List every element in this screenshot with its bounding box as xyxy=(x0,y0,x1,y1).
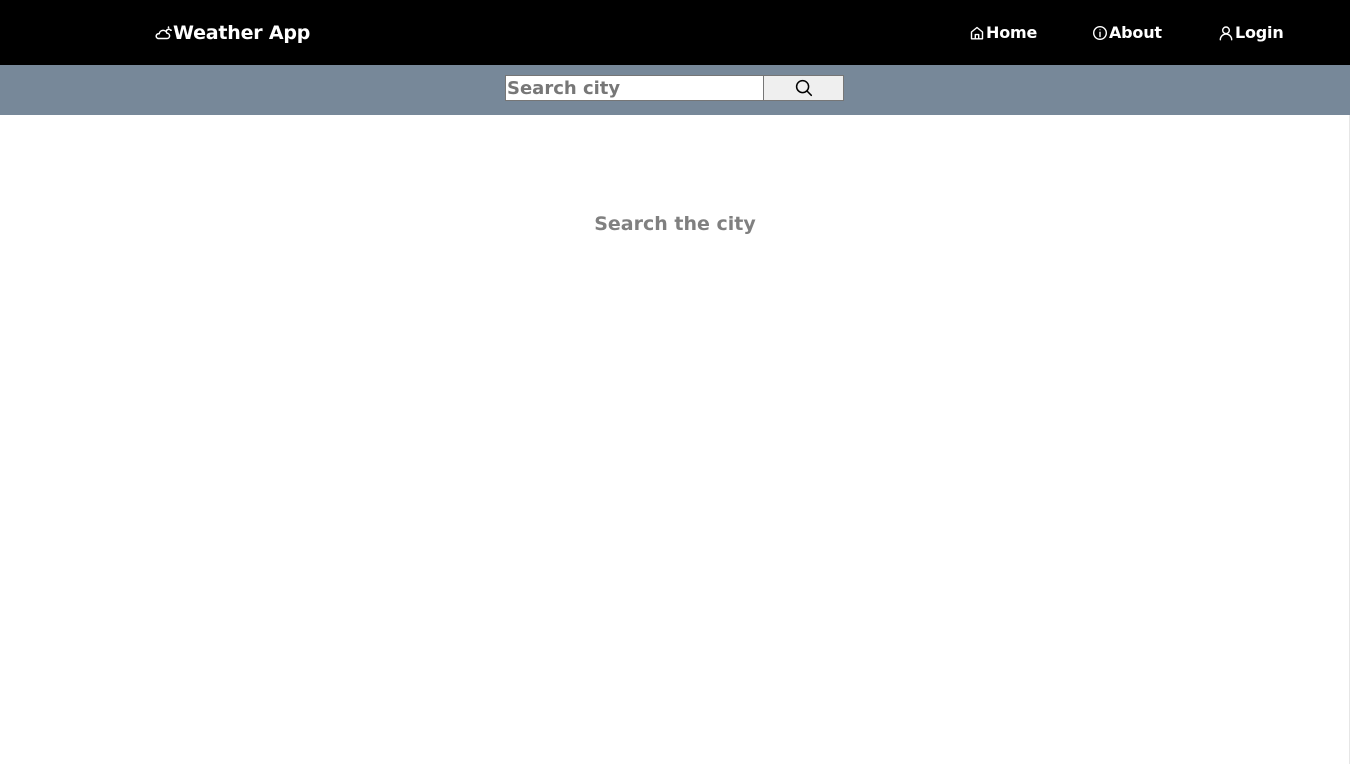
brand-label: Weather App xyxy=(173,21,311,44)
nav-home-label: Home xyxy=(986,23,1038,42)
search-prompt-message: Search the city xyxy=(594,213,756,235)
search-bar xyxy=(0,65,1350,115)
nav-login-link[interactable]: Login xyxy=(1218,0,1284,65)
nav-about-label: About xyxy=(1109,23,1162,42)
search-icon xyxy=(795,79,812,97)
info-icon xyxy=(1092,25,1108,40)
cloud-sun-icon xyxy=(155,26,172,40)
top-navbar: Weather App Home About Login xyxy=(0,0,1350,65)
search-city-input[interactable] xyxy=(505,75,763,101)
user-icon xyxy=(1219,25,1233,40)
nav-home-link[interactable]: Home xyxy=(969,0,1037,65)
home-icon xyxy=(970,26,984,39)
nav-about-link[interactable]: About xyxy=(1092,0,1162,65)
search-button[interactable] xyxy=(763,75,844,101)
brand-link[interactable]: Weather App xyxy=(154,0,310,65)
nav-login-label: Login xyxy=(1235,23,1284,42)
